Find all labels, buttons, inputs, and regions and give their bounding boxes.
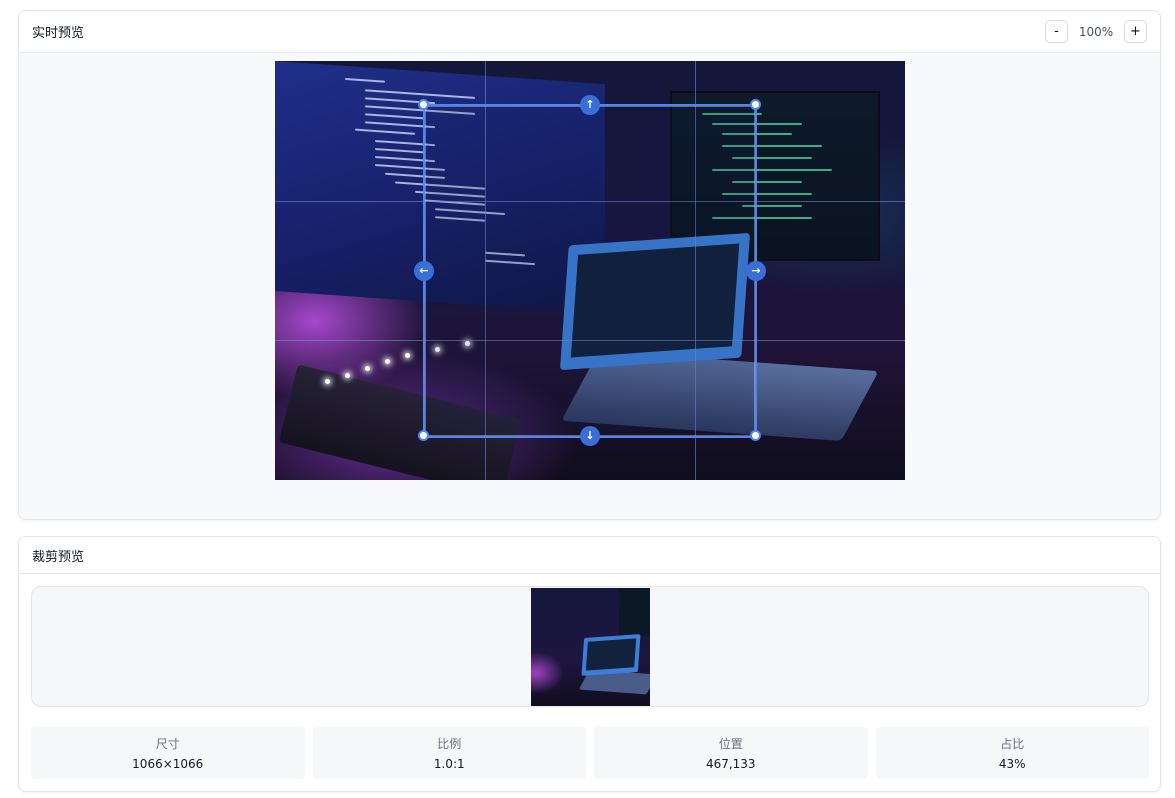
crop-preview-area xyxy=(31,586,1149,707)
stat-value: 467,133 xyxy=(705,757,756,771)
arrow-left-icon[interactable]: ← xyxy=(414,261,434,281)
crop-selection[interactable] xyxy=(423,104,757,438)
zoom-out-button[interactable]: - xyxy=(1045,20,1068,43)
crop-corner-bottom-right-handle[interactable] xyxy=(750,430,761,441)
stat-value: 43% xyxy=(998,757,1026,771)
stat-label: 尺寸 xyxy=(155,737,180,751)
crop-preview-title: 裁剪预览 xyxy=(32,549,85,565)
stat-size: 尺寸 1066×1066 xyxy=(31,727,305,779)
live-preview-panel: 实时预览 - 100% + ↑ ↓ ← → xyxy=(18,10,1161,520)
stat-ratio: 比例 1.0:1 xyxy=(312,727,586,779)
stat-value: 1066×1066 xyxy=(132,757,204,771)
crop-stats: 尺寸 1066×1066 比例 1.0:1 位置 467,133 占比 43% xyxy=(31,727,1149,779)
stat-label: 占比 xyxy=(1000,737,1025,751)
zoom-in-button[interactable]: + xyxy=(1124,20,1147,43)
live-preview-title: 实时预览 xyxy=(32,26,85,41)
stat-value: 1.0:1 xyxy=(433,757,465,771)
stat-position: 位置 467,133 xyxy=(594,727,868,779)
stat-percentage: 占比 43% xyxy=(875,727,1149,779)
zoom-level: 100% xyxy=(1078,24,1114,39)
cropped-thumbnail xyxy=(531,588,650,706)
crop-corner-top-left-handle[interactable] xyxy=(418,99,429,110)
crop-corner-top-right-handle[interactable] xyxy=(750,99,761,110)
canvas-area: ↑ ↓ ← → xyxy=(19,53,1160,519)
arrow-down-icon[interactable]: ↓ xyxy=(580,426,600,446)
stat-label: 比例 xyxy=(437,737,462,751)
arrow-up-icon[interactable]: ↑ xyxy=(580,95,600,115)
live-preview-header: 实时预览 - 100% + xyxy=(19,11,1160,53)
stat-label: 位置 xyxy=(718,737,743,751)
crop-preview-panel: 裁剪预览 尺寸 1066×1066 比例 1.0:1 位置 467,133 占比… xyxy=(18,536,1161,792)
crop-preview-header: 裁剪预览 xyxy=(19,537,1160,574)
arrow-right-icon[interactable]: → xyxy=(746,261,766,281)
crop-corner-bottom-left-handle[interactable] xyxy=(418,430,429,441)
